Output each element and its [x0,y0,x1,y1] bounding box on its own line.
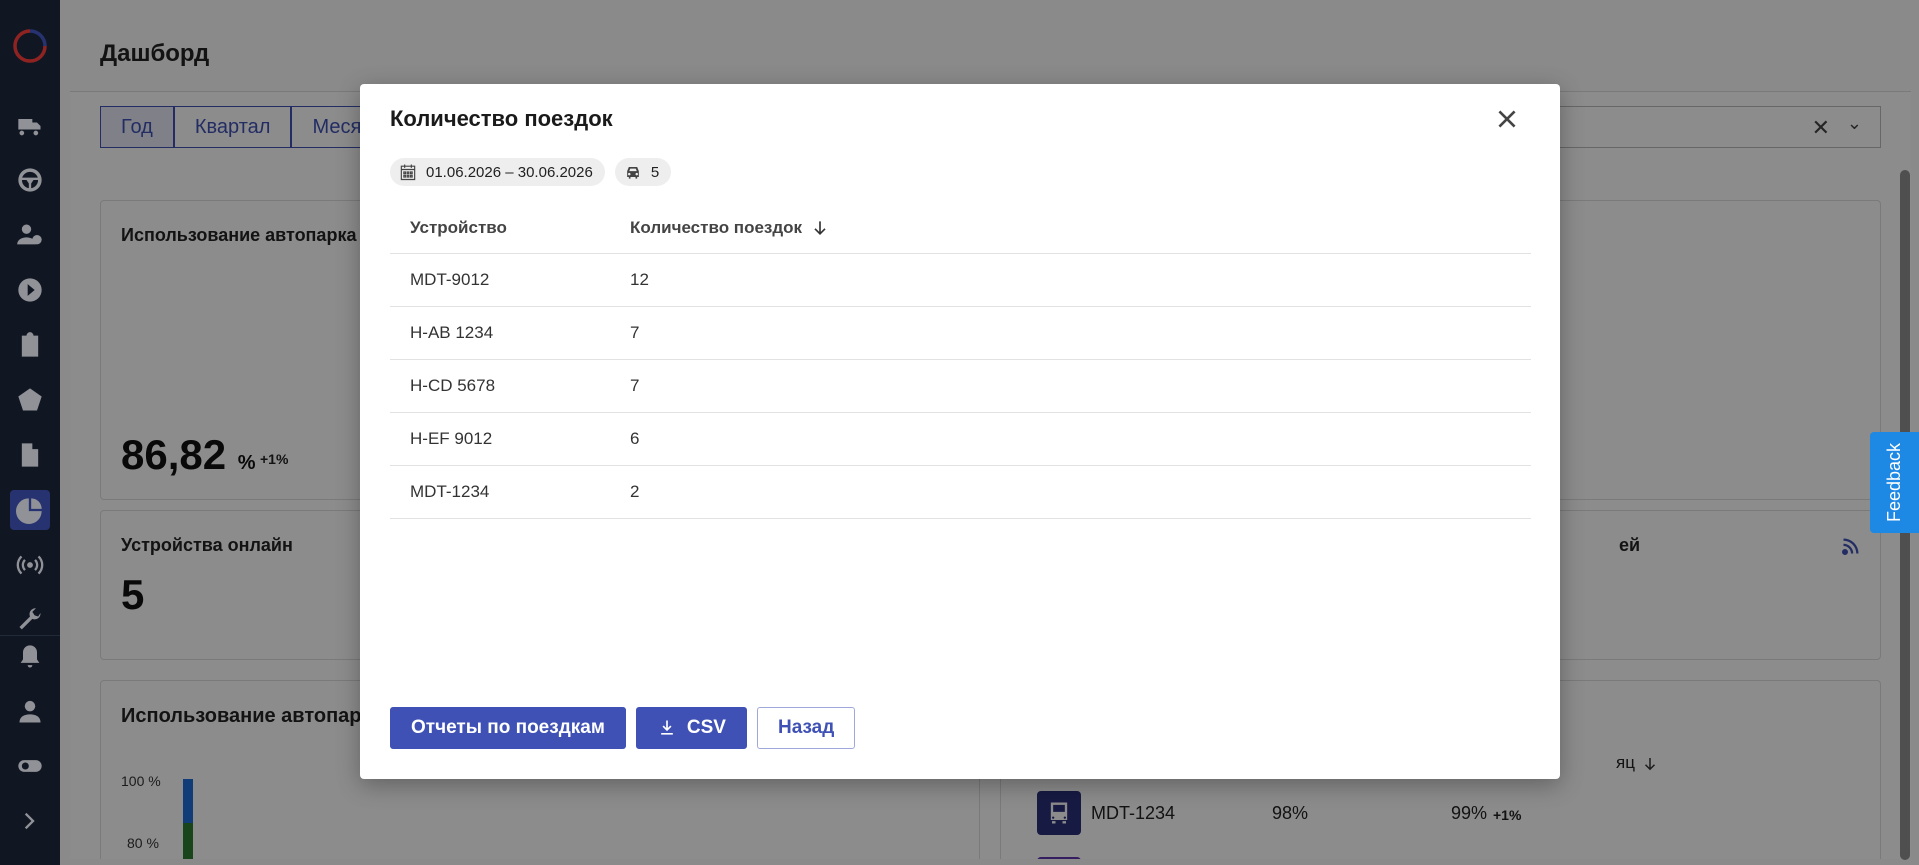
steering-wheel-icon [18,168,42,192]
cell-trips: 6 [630,429,640,448]
page-title: Дашборд [100,40,210,67]
vehicle-avatar [1037,857,1081,859]
period-tabs: Год Квартал Меся [100,106,383,148]
cell-device: MDT-1234 [410,482,490,501]
feedback-label: Feedback [1884,442,1904,523]
sidebar-separator [0,635,60,636]
list-value-1: 98% [1272,803,1309,823]
clear-icon[interactable]: ✕ [1812,115,1830,141]
list-device-name: MDT-1234 [1091,803,1176,823]
settings-toggle-icon [18,760,42,772]
csv-download-button[interactable]: CSV [635,707,747,749]
sidebar-item-drivers[interactable] [10,160,50,200]
fleet-usage-delta: +1% [260,451,289,467]
table-row[interactable]: H-CD 5678 7 [390,360,1531,413]
cell-device: H-CD 5678 [410,376,496,395]
list-delta: +1% [1493,807,1522,823]
calendar-icon [400,164,416,181]
bus-icon [1050,802,1068,824]
sidebar-item-devices[interactable] [10,545,50,585]
user-add-icon [17,224,42,245]
pie-chart-icon [16,498,42,524]
chart-bar-segment [183,823,193,859]
sidebar-item-geofences[interactable] [10,380,50,420]
pentagon-icon [18,388,42,411]
vehicle-count-text: 5 [650,163,660,181]
cell-trips: 7 [630,376,640,395]
cell-trips: 2 [630,482,640,501]
feedback-button[interactable]: Feedback [1870,432,1919,533]
card-title: Устройства онлайн [121,535,293,555]
chevron-right-icon [24,812,35,830]
column-header-device[interactable]: Устройство [390,218,630,238]
devices-online-value: 5 [121,571,145,618]
trips-count-dialog: Количество поездок 01.06.2026 – 30.06.20… [360,84,1560,779]
table-row[interactable]: H-AB 1234 7 [390,307,1531,360]
table-row[interactable]: MDT-1234 2 [390,466,1531,519]
table-header: Устройство Количество поездок [390,202,1531,254]
close-button[interactable] [1490,102,1524,136]
csv-label: CSV [686,717,726,738]
vehicle-avatar [1037,791,1081,835]
rss-icon[interactable] [1842,537,1860,555]
fleet-usage-value: 86,82 % [121,431,256,478]
clipboard-alert-icon [21,332,39,357]
list-value-2: 99% [1451,803,1488,823]
table-row[interactable]: MDT-9012 12 [390,254,1531,307]
filter-chips: 01.06.2026 – 30.06.2026 5 [390,158,672,186]
table-row[interactable]: H-EF 9012 6 [390,413,1531,466]
tab-year[interactable]: Год [100,106,174,148]
y-axis-label-100: 100 % [121,773,161,789]
card-title: Использование автопарк [121,705,372,727]
sort-column-label[interactable]: яц [1616,753,1635,773]
download-icon [661,720,673,735]
sidebar-item-service[interactable] [10,600,50,640]
cell-device: H-AB 1234 [410,323,494,342]
app-logo-icon [13,29,47,63]
chevron-down-icon[interactable]: ⌄ [1847,113,1862,134]
sort-down-icon[interactable] [810,218,830,238]
sidebar-item-dashboard[interactable] [10,490,50,530]
close-icon [1498,110,1516,128]
page-header: Дашборд [70,6,1911,92]
trip-reports-button[interactable]: Отчеты по поездкам [390,707,626,749]
cell-device: MDT-9012 [410,270,490,289]
column-header-trips[interactable]: Количество поездок [630,218,830,238]
play-circle-icon [18,278,42,302]
sidebar-item-settings[interactable] [10,746,50,786]
sidebar-item-users[interactable] [10,215,50,255]
car-icon [626,167,639,179]
tab-quarter[interactable]: Квартал [173,106,292,148]
wrench-icon [19,608,41,630]
card-title: Использование автопарка [121,225,357,245]
card-title-partial: ей [1619,535,1641,555]
y-axis-label-80: 80 % [127,835,159,851]
sidebar-item-notifications[interactable] [10,637,50,677]
cell-device: H-EF 9012 [410,429,493,448]
dialog-title: Количество поездок [390,106,613,131]
sidebar [0,0,60,865]
dialog-actions: Отчеты по поездкам CSV Назад [390,707,856,749]
sort-down-icon[interactable] [1641,755,1659,773]
broadcast-icon [16,555,44,575]
vehicle-count-chip: 5 [614,158,672,186]
sidebar-item-profile[interactable] [10,692,50,732]
date-range-chip: 01.06.2026 – 30.06.2026 [390,158,605,186]
person-icon [19,700,41,723]
cell-trips: 12 [630,270,649,289]
date-range-text: 01.06.2026 – 30.06.2026 [426,163,593,181]
trips-table: Устройство Количество поездок MDT-9012 1… [390,202,1531,519]
truck-icon [18,119,41,136]
sidebar-item-vehicles[interactable] [10,106,50,146]
chart-bar-segment [183,779,193,823]
sidebar-item-documents[interactable] [10,435,50,475]
sidebar-expand-button[interactable] [10,801,50,841]
sidebar-item-tasks[interactable] [10,325,50,365]
document-icon [21,443,39,467]
back-button[interactable]: Назад [756,707,856,749]
bell-icon [20,645,40,668]
cell-trips: 7 [630,323,640,342]
sidebar-item-trips[interactable] [10,270,50,310]
column-header-trips-label: Количество поездок [630,217,803,237]
